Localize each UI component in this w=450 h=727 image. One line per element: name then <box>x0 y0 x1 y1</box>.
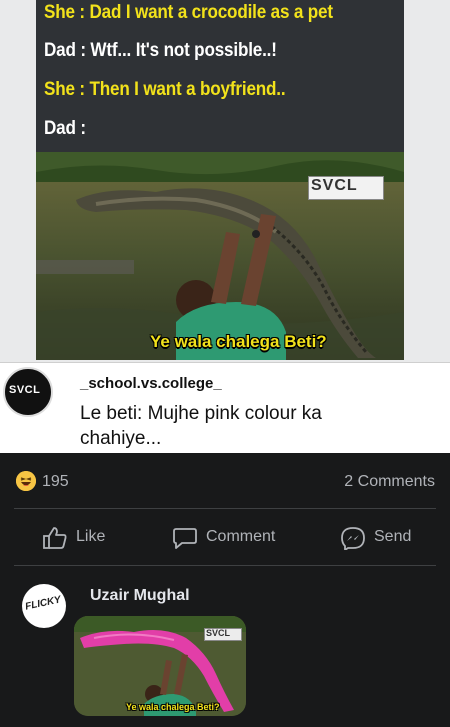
send-button[interactable]: Send <box>340 526 420 550</box>
svcl-watermark: SVCL <box>308 176 384 200</box>
reactions-row[interactable]: 195 2 Comments <box>0 458 450 506</box>
commenter-avatar[interactable]: FLICKY <box>22 584 66 628</box>
actions-row: Like Comment Send <box>0 512 450 564</box>
comment-image[interactable]: SVCL Ye wala chalega Beti? <box>74 616 246 716</box>
meme-line-1: She : Dad I want a crocodile as a pet <box>44 2 333 23</box>
reaction-count[interactable]: 195 <box>42 473 69 491</box>
watermark-text: SVCL <box>311 177 358 194</box>
comment-button[interactable]: Comment <box>172 526 292 550</box>
like-icon <box>43 527 67 549</box>
comment-label: Comment <box>206 528 276 545</box>
meme-line-3: She : Then I want a boyfriend.. <box>44 79 286 100</box>
shared-post-card[interactable]: SVCL _school.vs.college_ Le beti: Mujhe … <box>0 362 450 453</box>
comment-image-watermark: SVCL <box>204 628 242 641</box>
comment-author[interactable]: Uzair Mughal <box>90 587 190 605</box>
divider <box>14 565 436 566</box>
divider <box>14 508 436 509</box>
comment-watermark-text: SVCL <box>206 628 231 638</box>
page-avatar-text: SVCL <box>9 384 41 396</box>
post-text: Le beti: Mujhe pink colour ka chahiye... <box>80 403 322 449</box>
meme-image[interactable]: She : Dad I want a crocodile as a pet Da… <box>0 0 450 362</box>
messenger-icon <box>341 527 365 550</box>
meme-image-caption: Ye wala chalega Beti? <box>150 332 327 351</box>
avatar-text: FLICKY <box>24 594 62 613</box>
post-username[interactable]: _school.vs.college_ <box>80 375 222 392</box>
page-avatar[interactable]: SVCL <box>3 367 53 417</box>
haha-emoji-icon <box>16 471 36 491</box>
like-button[interactable]: Like <box>42 526 122 550</box>
comments-count[interactable]: 2 Comments <box>344 473 435 491</box>
meme-line-4: Dad : <box>44 118 86 139</box>
comment-icon <box>173 528 197 549</box>
meme-caption-block: She : Dad I want a crocodile as a pet Da… <box>36 0 404 152</box>
meme-frame: She : Dad I want a crocodile as a pet Da… <box>36 0 404 360</box>
send-label: Send <box>374 528 412 545</box>
meme-line-2: Dad : Wtf... It's not possible..! <box>44 40 277 61</box>
comment-image-caption: Ye wala chalega Beti? <box>126 702 220 712</box>
like-label: Like <box>76 528 106 545</box>
